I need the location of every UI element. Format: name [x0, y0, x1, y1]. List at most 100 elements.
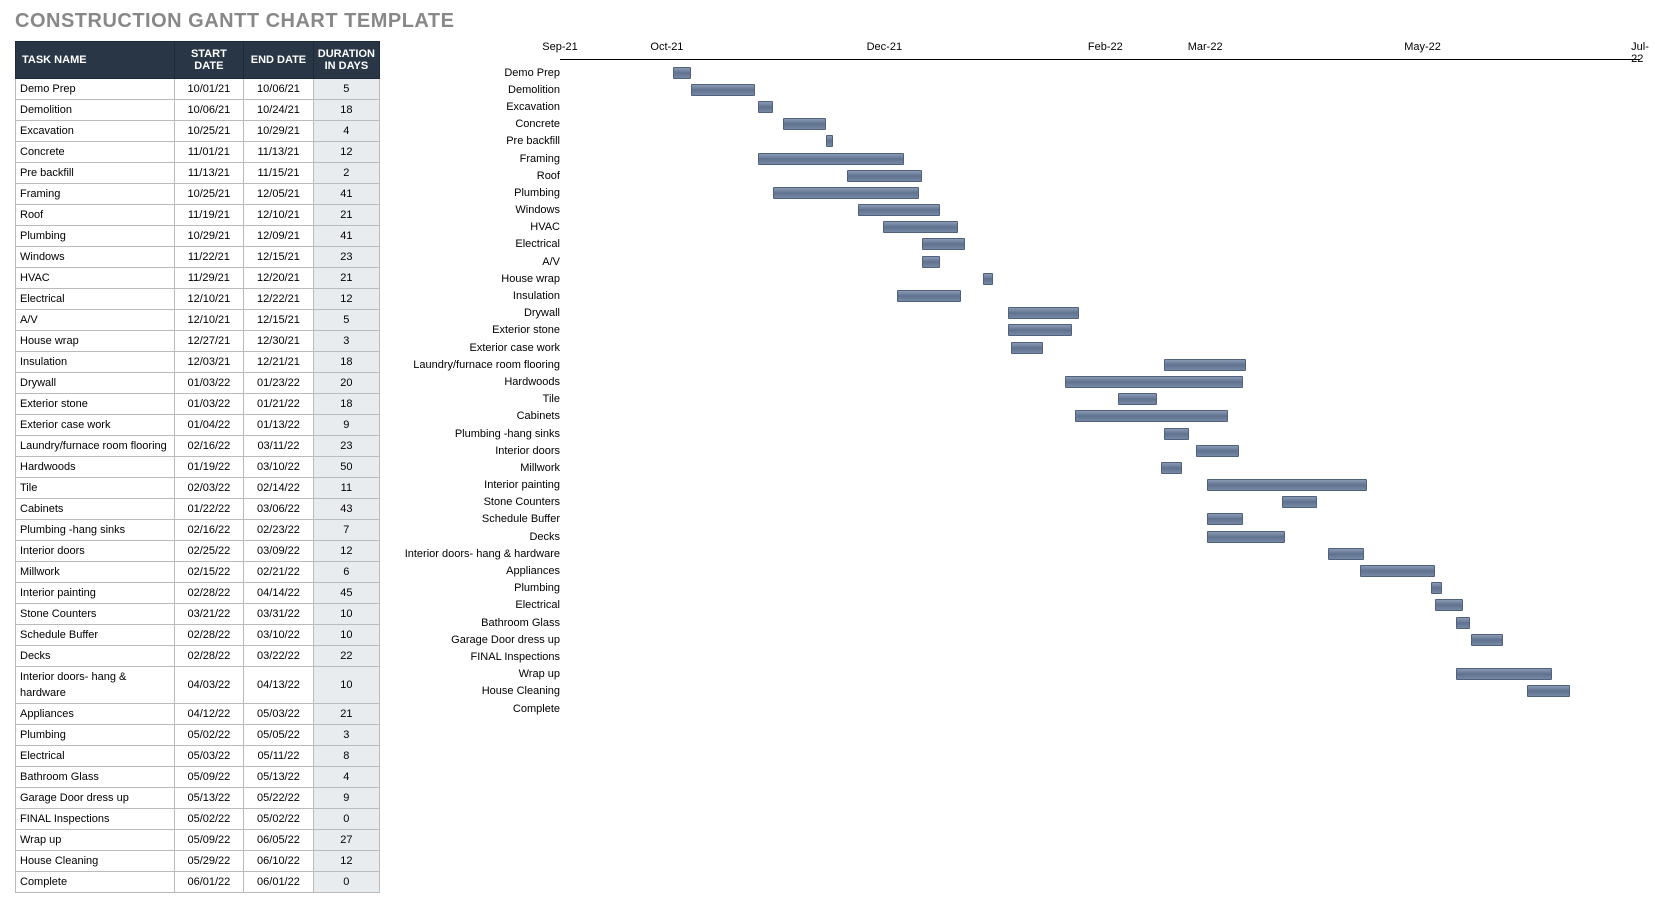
cell-end-date: 06/01/22: [244, 872, 314, 893]
cell-start-date: 12/10/21: [174, 310, 244, 331]
gantt-row-label: Concrete: [400, 118, 566, 130]
cell-duration: 10: [313, 604, 379, 625]
cell-end-date: 11/15/21: [244, 163, 314, 184]
gantt-bar: [897, 290, 961, 302]
cell-task-name: Demo Prep: [16, 79, 175, 100]
gantt-bar: [758, 101, 772, 113]
gantt-bar: [1118, 393, 1157, 405]
gantt-bar: [826, 135, 833, 147]
cell-task-name: Stone Counters: [16, 604, 175, 625]
table-row: Bathroom Glass05/09/2205/13/224: [16, 767, 380, 788]
col-duration: DURATION IN DAYS: [313, 42, 379, 79]
gantt-row: Plumbing -hang sinks: [400, 425, 1645, 442]
gantt-bar: [673, 67, 691, 79]
gantt-row-label: Millwork: [400, 462, 566, 474]
gantt-track: [566, 83, 1645, 97]
cell-start-date: 02/16/22: [174, 436, 244, 457]
gantt-track: [566, 186, 1645, 200]
table-row: Wrap up05/09/2206/05/2227: [16, 830, 380, 851]
cell-start-date: 05/02/22: [174, 725, 244, 746]
cell-task-name: Appliances: [16, 704, 175, 725]
gantt-bar: [1161, 462, 1182, 474]
gantt-row-label: Exterior case work: [400, 342, 566, 354]
cell-duration: 12: [313, 541, 379, 562]
gantt-row-label: Wrap up: [400, 668, 566, 680]
gantt-bar: [1164, 428, 1189, 440]
cell-duration: 2: [313, 163, 379, 184]
cell-start-date: 01/19/22: [174, 457, 244, 478]
gantt-track: [566, 650, 1645, 664]
gantt-row: Roof: [400, 167, 1645, 184]
gantt-bar: [1196, 445, 1239, 457]
cell-start-date: 10/25/21: [174, 184, 244, 205]
cell-end-date: 05/05/22: [244, 725, 314, 746]
cell-start-date: 02/03/22: [174, 478, 244, 499]
gantt-row-label: Schedule Buffer: [400, 513, 566, 525]
table-row: Millwork02/15/2202/21/226: [16, 562, 380, 583]
cell-duration: 23: [313, 247, 379, 268]
cell-end-date: 02/14/22: [244, 478, 314, 499]
gantt-row: Plumbing: [400, 580, 1645, 597]
table-row: Interior painting02/28/2204/14/2245: [16, 583, 380, 604]
gantt-row-label: Windows: [400, 204, 566, 216]
cell-task-name: Demolition: [16, 100, 175, 121]
gantt-bar: [1207, 513, 1243, 525]
task-table: TASK NAME START DATE END DATE DURATION I…: [15, 41, 380, 893]
gantt-bar: [1075, 410, 1228, 422]
cell-end-date: 05/02/22: [244, 809, 314, 830]
gantt-bar: [922, 256, 940, 268]
gantt-row-label: Complete: [400, 703, 566, 715]
table-row: Pre backfill11/13/2111/15/212: [16, 163, 380, 184]
cell-duration: 7: [313, 520, 379, 541]
table-row: Schedule Buffer02/28/2203/10/2210: [16, 625, 380, 646]
table-row: Plumbing05/02/2205/05/223: [16, 725, 380, 746]
gantt-bar: [1207, 531, 1285, 543]
cell-start-date: 05/09/22: [174, 830, 244, 851]
gantt-bar: [1207, 479, 1367, 491]
gantt-row-label: House Cleaning: [400, 685, 566, 697]
gantt-track: [566, 358, 1645, 372]
cell-duration: 9: [313, 788, 379, 809]
cell-start-date: 12/10/21: [174, 289, 244, 310]
cell-task-name: Plumbing: [16, 725, 175, 746]
gantt-row-label: Interior painting: [400, 479, 566, 491]
table-row: Cabinets01/22/2203/06/2243: [16, 499, 380, 520]
table-row: Garage Door dress up05/13/2205/22/229: [16, 788, 380, 809]
gantt-track: [566, 341, 1645, 355]
cell-task-name: Roof: [16, 205, 175, 226]
gantt-track: [566, 220, 1645, 234]
gantt-track: [566, 392, 1645, 406]
gantt-row-label: Plumbing -hang sinks: [400, 428, 566, 440]
table-row: Plumbing -hang sinks02/16/2202/23/227: [16, 520, 380, 541]
table-row: Interior doors- hang & hardware04/03/220…: [16, 667, 380, 704]
gantt-bar: [773, 187, 919, 199]
cell-task-name: Drywall: [16, 373, 175, 394]
cell-duration: 5: [313, 310, 379, 331]
cell-task-name: Exterior case work: [16, 415, 175, 436]
table-row: HVAC11/29/2112/20/2121: [16, 268, 380, 289]
col-task-name: TASK NAME: [16, 42, 175, 79]
table-row: Excavation10/25/2110/29/214: [16, 121, 380, 142]
gantt-row: Complete: [400, 700, 1645, 717]
cell-duration: 5: [313, 79, 379, 100]
gantt-row-label: Excavation: [400, 101, 566, 113]
gantt-row: Demolition: [400, 81, 1645, 98]
cell-start-date: 12/03/21: [174, 352, 244, 373]
gantt-track: [566, 427, 1645, 441]
gantt-row-label: Drywall: [400, 307, 566, 319]
gantt-track: [566, 66, 1645, 80]
cell-end-date: 03/09/22: [244, 541, 314, 562]
gantt-track: [566, 530, 1645, 544]
gantt-row: Tile: [400, 391, 1645, 408]
axis-tick: Feb-22: [1088, 41, 1123, 53]
cell-duration: 21: [313, 268, 379, 289]
cell-duration: 23: [313, 436, 379, 457]
cell-start-date: 02/28/22: [174, 646, 244, 667]
cell-task-name: FINAL Inspections: [16, 809, 175, 830]
gantt-bar: [883, 221, 958, 233]
cell-end-date: 01/13/22: [244, 415, 314, 436]
cell-duration: 21: [313, 205, 379, 226]
gantt-row: Wrap up: [400, 666, 1645, 683]
gantt-row-label: Roof: [400, 170, 566, 182]
cell-start-date: 10/01/21: [174, 79, 244, 100]
